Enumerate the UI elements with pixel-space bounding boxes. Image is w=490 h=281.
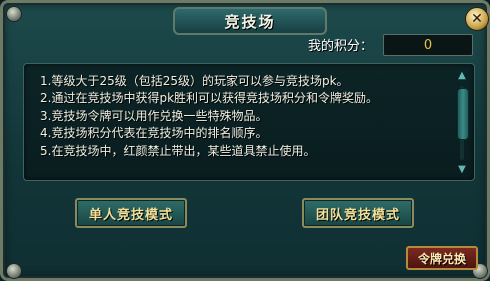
corner-rivet-icon bbox=[6, 6, 22, 22]
rule-item: 5.在竞技场中，红颜禁止带出，某些道具禁止使用。 bbox=[40, 143, 316, 158]
rule-item: 2.通过在竞技场中获得pk胜利可以获得竞技场积分和令牌奖励。 bbox=[40, 91, 379, 106]
my-score-number: 0 bbox=[423, 37, 433, 53]
rules-scrollbar[interactable]: ▲ ▼ bbox=[454, 71, 470, 175]
rule-item: 1.等级大于25级（包括25级）的玩家可以参与竞技场pk。 bbox=[40, 74, 349, 88]
team-mode-label: 团队竞技模式 bbox=[315, 207, 400, 223]
rule-item: 4.竞技场积分代表在竞技场中的排名顺序。 bbox=[40, 126, 268, 141]
rules-panel: 1.等级大于25级（包括25级）的玩家可以参与竞技场pk。 2.通过在竞技场中获… bbox=[23, 63, 475, 181]
scroll-thumb[interactable] bbox=[457, 88, 469, 140]
chevron-up-icon[interactable]: ▲ bbox=[456, 71, 468, 81]
my-score-label: 我的积分： bbox=[308, 39, 374, 54]
corner-rivet-icon bbox=[6, 263, 22, 279]
chevron-down-icon[interactable]: ▼ bbox=[456, 165, 468, 175]
window-title: 竞技场 bbox=[224, 12, 276, 31]
token-redeem-label: 令牌兑换 bbox=[417, 251, 466, 266]
rule-item: 3.竞技场令牌可以用作兑换一些特殊物品。 bbox=[40, 108, 268, 123]
rules-list: 1.等级大于25级（包括25级）的玩家可以参与竞技场pk。 2.通过在竞技场中获… bbox=[40, 73, 378, 160]
single-mode-button[interactable]: 单人竞技模式 bbox=[75, 198, 187, 228]
my-score-value: 0 bbox=[383, 34, 473, 56]
team-mode-button[interactable]: 团队竞技模式 bbox=[302, 198, 414, 228]
arena-window: 竞技场 ✕ 我的积分： 0 1.等级大于25级（包括25级）的玩家可以参与竞技场… bbox=[0, 0, 490, 281]
token-redeem-button[interactable]: 令牌兑换 bbox=[406, 246, 478, 270]
single-mode-label: 单人竞技模式 bbox=[88, 207, 173, 223]
close-icon: ✕ bbox=[471, 11, 483, 27]
close-button[interactable]: ✕ bbox=[465, 7, 489, 31]
window-title-bar: 竞技场 bbox=[173, 7, 327, 35]
